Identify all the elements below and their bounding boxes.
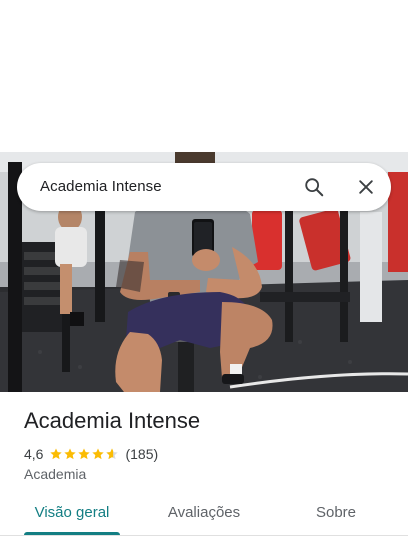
star-icon (78, 448, 91, 460)
star-rating (49, 447, 119, 461)
tabs-divider (0, 535, 408, 536)
place-tabs: Visão geral Avaliações Sobre (0, 496, 408, 538)
tab-about[interactable]: Sobre (296, 496, 376, 536)
search-icon[interactable] (302, 175, 326, 199)
search-input[interactable]: Academia Intense (40, 178, 162, 195)
star-icon (64, 448, 77, 460)
close-icon[interactable] (354, 175, 378, 199)
rating-value: 4,6 (24, 446, 44, 462)
place-details-screen: Academia Intense Academia Intense 4,6 (1… (0, 0, 408, 544)
star-icon (50, 448, 63, 460)
star-half-icon (106, 448, 119, 460)
place-title: Academia Intense (24, 408, 201, 433)
search-bar[interactable]: Academia Intense (17, 163, 391, 211)
place-category: Academia (24, 466, 87, 482)
rating-row[interactable]: 4,6 (185) (24, 445, 158, 463)
tab-reviews[interactable]: Avaliações (152, 496, 256, 536)
review-count: (185) (125, 446, 159, 462)
tab-overview[interactable]: Visão geral (24, 496, 120, 536)
star-icon (92, 448, 105, 460)
